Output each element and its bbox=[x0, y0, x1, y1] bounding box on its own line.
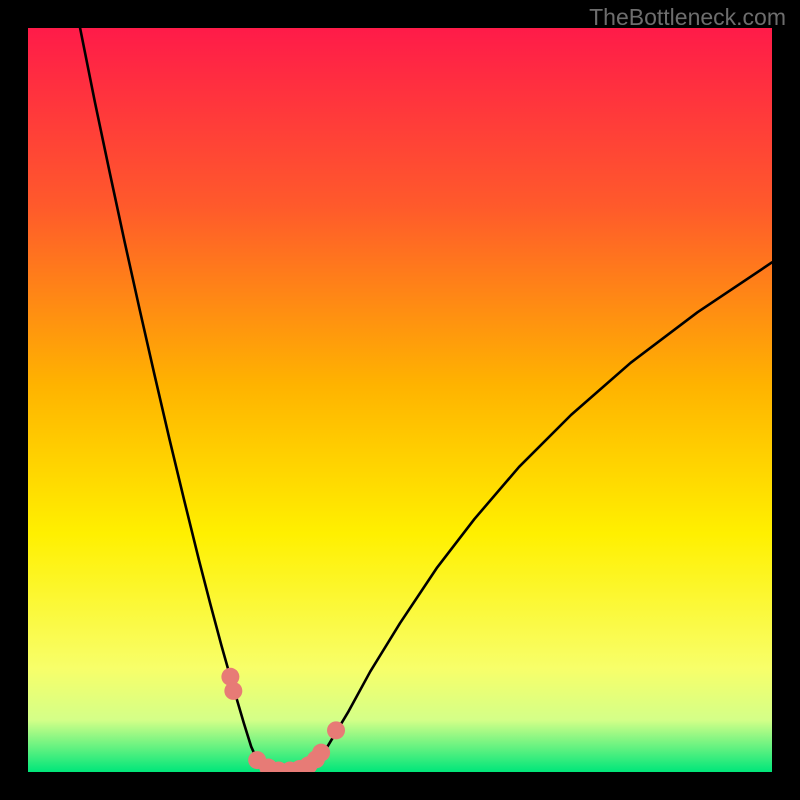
watermark-text: TheBottleneck.com bbox=[589, 4, 786, 31]
gradient-background bbox=[28, 28, 772, 772]
marker-dot bbox=[224, 682, 242, 700]
chart-svg bbox=[28, 28, 772, 772]
marker-dot bbox=[327, 721, 345, 739]
outer-frame: TheBottleneck.com bbox=[0, 0, 800, 800]
marker-dot bbox=[312, 744, 330, 762]
plot-area bbox=[28, 28, 772, 772]
